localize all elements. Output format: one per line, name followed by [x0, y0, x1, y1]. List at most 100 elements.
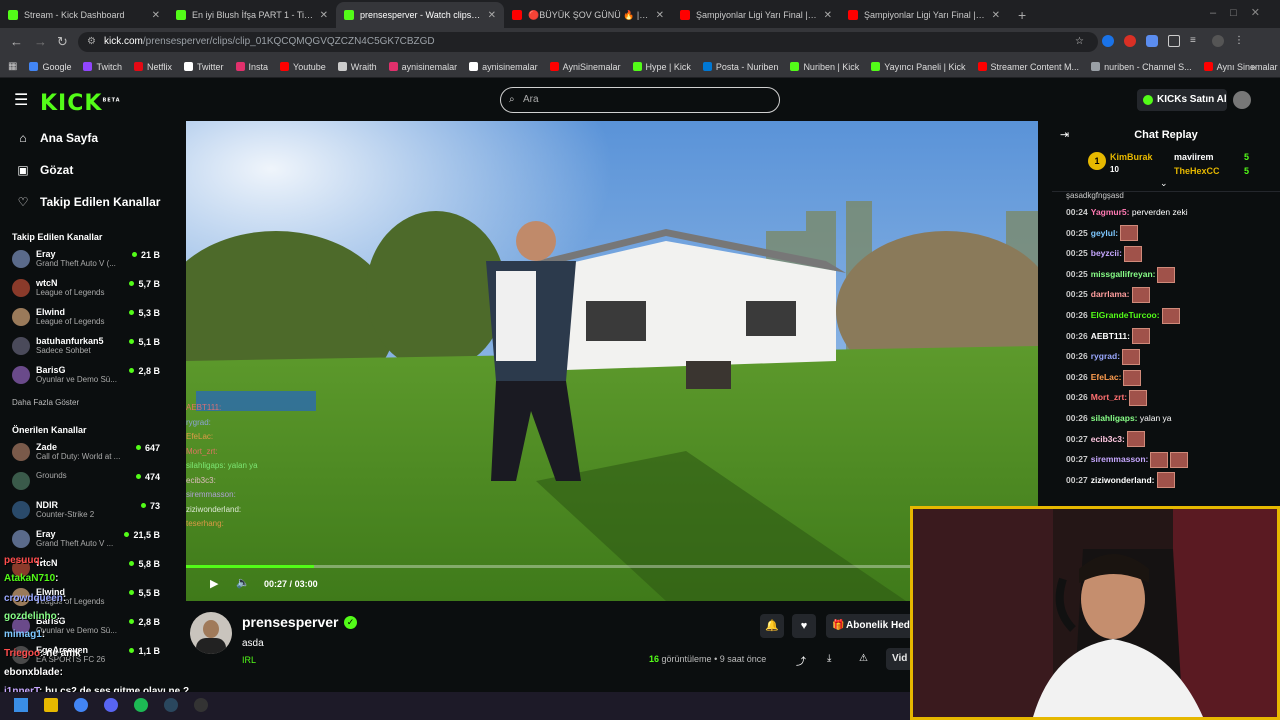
- sidebar-nav-item[interactable]: ⌂ Ana Sayfa: [0, 122, 170, 154]
- channel-avatar[interactable]: [190, 612, 232, 654]
- forward-icon[interactable]: →: [34, 34, 47, 49]
- tab-close-icon[interactable]: ✕: [320, 10, 328, 21]
- category-link[interactable]: IRL: [242, 655, 256, 665]
- chat-username[interactable]: darrlama:: [1091, 289, 1130, 299]
- profile-avatar-icon[interactable]: [1212, 35, 1224, 47]
- discord-icon[interactable]: [104, 698, 118, 712]
- hamburger-menu-icon[interactable]: ☰: [14, 90, 28, 110]
- report-icon[interactable]: ⚠: [859, 653, 868, 664]
- buy-kicks-button[interactable]: KICKs Satın Al: [1137, 89, 1227, 111]
- sidebar-channel[interactable]: Grounds 474: [0, 468, 170, 497]
- bookmark-item[interactable]: Streamer Content M...: [977, 62, 1079, 72]
- chat-username[interactable]: Yagmur5:: [1091, 207, 1130, 217]
- chat-username[interactable]: geylul:: [1091, 228, 1118, 238]
- bookmark-item[interactable]: Nuriben | Kick: [790, 62, 859, 72]
- bookmark-star-icon[interactable]: ☆: [1075, 32, 1084, 52]
- bookmark-item[interactable]: aynisinemalar: [388, 62, 457, 72]
- bookmark-item[interactable]: Insta: [235, 62, 268, 72]
- steam-icon[interactable]: [164, 698, 178, 712]
- reload-icon[interactable]: ↻: [57, 34, 68, 50]
- sidebar-channel[interactable]: Elwind League of Legends 5,3 B: [0, 304, 170, 333]
- chat-username[interactable]: EfeLac:: [1091, 372, 1122, 382]
- bookmark-item[interactable]: Yayıncı Paneli | Kick: [871, 62, 966, 72]
- chat-username[interactable]: siremmasson:: [1091, 454, 1149, 464]
- browser-tab[interactable]: 🔴BÜYÜK ŞOV GÜNÜ 🔥 | GR ✕: [504, 2, 672, 28]
- chat-username[interactable]: ecib3c3:: [1091, 434, 1125, 444]
- download-icon[interactable]: ⤓: [827, 653, 831, 664]
- apps-grid-icon[interactable]: ▦: [8, 61, 17, 72]
- browser-tab[interactable]: Şampiyonlar Ligi Yarı Final | Atl ✕: [840, 2, 1008, 28]
- chat-username[interactable]: rygrad:: [1091, 351, 1120, 361]
- extensions-puzzle-icon[interactable]: [1168, 35, 1180, 47]
- bookmark-item[interactable]: nuriben - Channel S...: [1091, 62, 1192, 72]
- sidebar-channel[interactable]: batuhanfurkan5 Sadece Sohbet 5,1 B: [0, 333, 170, 362]
- bookmarks-overflow-icon[interactable]: »: [1251, 62, 1256, 72]
- chat-username[interactable]: silahligaps:: [1091, 413, 1138, 423]
- notification-bell-button[interactable]: 🔔: [760, 614, 784, 638]
- sidebar-channel[interactable]: BarisG Oyunlar ve Demo Sü... 2,8 B: [0, 362, 170, 391]
- extension-icon[interactable]: [1146, 35, 1158, 47]
- app-icon[interactable]: [194, 698, 208, 712]
- extension-icon[interactable]: [1102, 35, 1114, 47]
- sidebar-channel[interactable]: Zade Call of Duty: World at ... 647: [0, 439, 170, 468]
- media-icon[interactable]: ≡: [1190, 35, 1202, 47]
- new-tab-button[interactable]: +: [1008, 2, 1036, 28]
- bookmark-item[interactable]: Twitter: [184, 62, 224, 72]
- volume-icon[interactable]: 🔈: [236, 576, 250, 589]
- tab-close-icon[interactable]: ✕: [488, 10, 496, 21]
- bookmark-item[interactable]: Aynı Sinemalar - Ça...: [1203, 62, 1280, 72]
- chat-message: 00:24 Yagmur5: perverden zeki: [1052, 202, 1280, 223]
- follow-heart-button[interactable]: ♥: [792, 614, 816, 638]
- show-more-link[interactable]: Daha Fazla Göster: [0, 393, 170, 413]
- chat-username[interactable]: ElGrandeTurcoo:: [1091, 310, 1160, 320]
- tab-close-icon[interactable]: ✕: [992, 10, 1000, 21]
- chat-username[interactable]: missgallifreyan:: [1091, 269, 1156, 279]
- user-avatar[interactable]: [1233, 91, 1251, 109]
- spotify-icon[interactable]: [134, 698, 148, 712]
- extension-icon[interactable]: [1124, 35, 1136, 47]
- kick-logo[interactable]: KICKBETA: [40, 91, 121, 116]
- chat-username[interactable]: ziziwonderland:: [1091, 475, 1155, 485]
- start-icon[interactable]: [14, 698, 28, 712]
- share-icon[interactable]: ⤴: [796, 653, 806, 668]
- site-info-icon[interactable]: ⚙: [87, 32, 96, 52]
- collapse-chat-icon[interactable]: ⇥: [1060, 128, 1069, 141]
- sidebar-nav-item[interactable]: ▣ Gözat: [0, 154, 170, 186]
- bookmark-item[interactable]: Youtube: [280, 62, 326, 72]
- browser-tab[interactable]: Şampiyonlar Ligi Yarı Final | PSG ✕: [672, 2, 840, 28]
- bookmark-item[interactable]: AyniSinemalar: [549, 62, 621, 72]
- bookmark-item[interactable]: Netflix: [134, 62, 172, 72]
- menu-kebab-icon[interactable]: ⋮: [1234, 35, 1244, 47]
- back-icon[interactable]: ←: [10, 34, 23, 49]
- channel-name[interactable]: prensesperver: [242, 614, 339, 630]
- chat-username[interactable]: Mort_zrt:: [1091, 392, 1127, 402]
- sidebar-nav-item[interactable]: ♡ Takip Edilen Kanallar: [0, 186, 170, 218]
- sidebar-channel[interactable]: Eray Grand Theft Auto V ... 21,5 B: [0, 526, 170, 555]
- sidebar-channel[interactable]: NDIR Counter-Strike 2 73: [0, 497, 170, 526]
- chrome-icon[interactable]: [74, 698, 88, 712]
- bookmark-item[interactable]: Twitch: [83, 62, 122, 72]
- bookmark-favicon-icon: [388, 62, 398, 71]
- bookmark-item[interactable]: aynisinemalar: [469, 62, 538, 72]
- browser-tab[interactable]: Stream - Kick Dashboard ✕: [0, 2, 168, 28]
- file-explorer-icon[interactable]: [44, 698, 58, 712]
- bookmark-item[interactable]: Posta - Nuriben: [702, 62, 778, 72]
- sidebar-channel[interactable]: Eray Grand Theft Auto V (... 21 B: [0, 246, 170, 275]
- chat-username[interactable]: beyzcii:: [1091, 248, 1122, 258]
- window-controls[interactable]: –□✕: [1210, 6, 1274, 19]
- search-input[interactable]: ⌕ Ara: [500, 87, 780, 113]
- url-field[interactable]: ⚙ kick.com/prensesperver/clips/clip_01KQ…: [78, 32, 1098, 52]
- browser-tab[interactable]: prensesperver - Watch clips on ✕: [336, 2, 504, 28]
- play-icon[interactable]: ▶: [210, 577, 218, 590]
- bookmark-item[interactable]: Hype | Kick: [632, 62, 691, 72]
- tab-close-icon[interactable]: ✕: [152, 10, 160, 21]
- tab-close-icon[interactable]: ✕: [824, 10, 832, 21]
- bookmark-item[interactable]: Google: [29, 62, 71, 72]
- expand-leaderboard-icon[interactable]: ⌄: [1160, 178, 1168, 189]
- browser-tab[interactable]: En iyi Blush İfşa PART 1 - Tier Li ✕: [168, 2, 336, 28]
- bookmark-item[interactable]: Wraith: [337, 62, 377, 72]
- sidebar-channel[interactable]: wtcN League of Legends 5,7 B: [0, 275, 170, 304]
- gift-sub-button[interactable]: 🎁 Abonelik Hediye Et: [826, 614, 916, 638]
- chat-username[interactable]: AEBT111:: [1091, 331, 1130, 341]
- tab-close-icon[interactable]: ✕: [656, 10, 664, 21]
